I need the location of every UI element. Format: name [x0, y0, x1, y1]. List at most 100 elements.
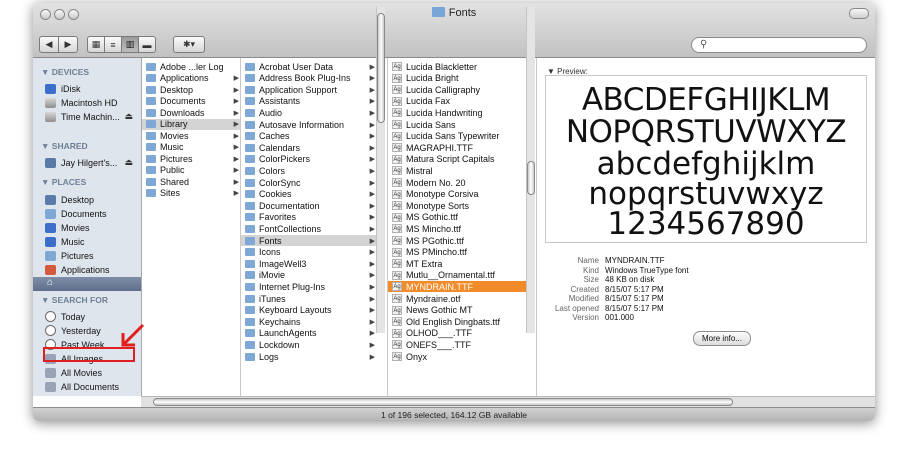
list-item[interactable]: Public ▶: [142, 165, 240, 176]
list-item-label: Keychains: [259, 316, 301, 327]
list-item[interactable]: Ag Lucida Sans: [388, 119, 529, 130]
list-item[interactable]: Movies ▶: [142, 130, 240, 141]
list-item-label: Sites: [160, 188, 181, 198]
sidebar-item-all-documents[interactable]: All Documents: [45, 380, 139, 393]
macintosh-hd-icon: [45, 97, 56, 108]
list-item[interactable]: Colors ▶: [241, 165, 379, 176]
list-item-label: Lockdown: [259, 339, 300, 350]
sidebar-item-label: Yesterday: [61, 325, 101, 336]
list-item[interactable]: ColorSync ▶: [241, 177, 379, 188]
search-field[interactable]: ⚲: [691, 37, 867, 53]
list-item[interactable]: Ag Mistral: [388, 165, 529, 176]
list-item[interactable]: Adobe ...ler Log: [142, 61, 240, 72]
list-item[interactable]: iTunes ▶: [241, 293, 379, 304]
font-file-icon: Ag: [392, 282, 402, 292]
eject-icon[interactable]: ⏏: [124, 111, 133, 122]
action-button[interactable]: ✱▾: [173, 36, 205, 53]
list-item[interactable]: Ag ONEFS___.TTF: [388, 339, 529, 350]
eject-icon[interactable]: ⏏: [124, 157, 133, 168]
fonts-scroll-thumb[interactable]: [527, 161, 535, 195]
list-item[interactable]: Ag Lucida Bright: [388, 73, 529, 84]
folder-icon: [245, 190, 255, 199]
list-item[interactable]: Ag Lucida Sans Typewriter: [388, 131, 529, 142]
list-item[interactable]: Audio ▶: [241, 107, 379, 118]
horizontal-scrollbar[interactable]: [141, 396, 875, 407]
list-item[interactable]: Ag Onyx: [388, 351, 529, 362]
list-item[interactable]: Ag Monotype Corsiva: [388, 189, 529, 200]
list-item[interactable]: ColorPickers ▶: [241, 154, 379, 165]
list-item[interactable]: Internet Plug-Ins ▶: [241, 281, 379, 292]
list-item[interactable]: Keychains ▶: [241, 316, 379, 327]
list-item[interactable]: Ag Matura Script Capitals: [388, 154, 529, 165]
list-item[interactable]: Application Support ▶: [241, 84, 379, 95]
list-item[interactable]: Ag MS Gothic.ttf: [388, 212, 529, 223]
toolbar-toggle-button[interactable]: [849, 8, 869, 19]
list-item[interactable]: Ag MS PGothic.ttf: [388, 235, 529, 246]
chevron-right-icon: ▶: [369, 353, 375, 361]
list-item[interactable]: Documents ▶: [142, 96, 240, 107]
sidebar-item-idisk[interactable]: iDisk: [45, 82, 139, 95]
list-item[interactable]: Desktop ▶: [142, 84, 240, 95]
sidebar-item-documents[interactable]: Documents: [45, 207, 139, 220]
folder-icon: [245, 306, 255, 315]
list-item[interactable]: Ag MAGRAPHI.TTF: [388, 142, 529, 153]
library-column-scrollbar[interactable]: [376, 7, 385, 333]
list-item[interactable]: Favorites ▶: [241, 212, 379, 223]
list-item[interactable]: Lockdown ▶: [241, 339, 379, 350]
list-item[interactable]: Ag Lucida Handwriting: [388, 107, 529, 118]
list-item[interactable]: ImageWell3 ▶: [241, 258, 379, 269]
list-item-label: Pictures: [160, 153, 193, 164]
sidebar-item-pictures[interactable]: Pictures: [45, 249, 139, 262]
list-item[interactable]: iMovie ▶: [241, 270, 379, 281]
sidebar-selected-home[interactable]: ⌂: [33, 277, 141, 291]
list-item[interactable]: Calendars ▶: [241, 142, 379, 153]
list-item[interactable]: Documentation ▶: [241, 200, 379, 211]
list-item[interactable]: Assistants ▶: [241, 96, 379, 107]
list-item[interactable]: Applications ▶: [142, 73, 240, 84]
list-item[interactable]: Acrobat User Data ▶: [241, 61, 379, 72]
more-info-button[interactable]: More info...: [693, 331, 751, 346]
column-view-button[interactable]: ▥: [121, 36, 139, 53]
list-item[interactable]: Ag Modern No. 20: [388, 177, 529, 188]
list-item[interactable]: Caches ▶: [241, 131, 379, 142]
list-item[interactable]: Ag OLHOD___.TTF: [388, 328, 529, 339]
list-view-button[interactable]: ≡: [104, 36, 122, 53]
sidebar-item-macintosh-hd[interactable]: Macintosh HD: [45, 96, 139, 109]
list-item[interactable]: Ag Monotype Sorts: [388, 200, 529, 211]
sidebar-item-movies[interactable]: Movies: [45, 221, 139, 234]
list-item-label: ColorPickers: [259, 154, 311, 165]
list-item[interactable]: Fonts ▶: [241, 235, 379, 246]
sidebar-item-all-movies[interactable]: All Movies: [45, 366, 139, 379]
sidebar-item-applications[interactable]: Applications: [45, 263, 139, 276]
list-item[interactable]: LaunchAgents ▶: [241, 328, 379, 339]
list-item[interactable]: Logs ▶: [241, 351, 379, 362]
coverflow-view-button[interactable]: ▬: [138, 36, 156, 53]
list-item[interactable]: Pictures ▶: [142, 153, 240, 164]
list-item[interactable]: Music ▶: [142, 142, 240, 153]
list-item[interactable]: Ag MS Mincho.ttf: [388, 223, 529, 234]
chevron-right-icon: ▶: [369, 330, 375, 338]
list-item[interactable]: Library ▶: [142, 118, 240, 130]
list-item[interactable]: Ag Lucida Fax: [388, 96, 529, 107]
list-item[interactable]: Address Book Plug-Ins ▶: [241, 73, 379, 84]
list-item[interactable]: Shared ▶: [142, 176, 240, 187]
forward-button[interactable]: ▶: [58, 36, 78, 53]
list-item[interactable]: Downloads ▶: [142, 107, 240, 118]
list-item[interactable]: Autosave Information ▶: [241, 119, 379, 130]
list-item[interactable]: Cookies ▶: [241, 189, 379, 200]
list-item[interactable]: Sites ▶: [142, 188, 240, 199]
list-item[interactable]: FontCollections ▶: [241, 223, 379, 234]
list-item[interactable]: Ag Lucida Calligraphy: [388, 84, 529, 95]
icon-view-button[interactable]: ▦: [87, 36, 105, 53]
sidebar-item-desktop[interactable]: Desktop: [45, 193, 139, 206]
list-item[interactable]: Keyboard Layouts ▶: [241, 305, 379, 316]
back-button[interactable]: ◀: [39, 36, 59, 53]
sidebar-item-time-machin[interactable]: Time Machin... ⏏: [45, 110, 139, 123]
list-item[interactable]: Ag Lucida Blackletter: [388, 61, 529, 72]
sidebar-item-music[interactable]: Music: [45, 235, 139, 248]
font-file-icon: Ag: [392, 328, 402, 338]
horizontal-scroll-thumb[interactable]: [153, 398, 733, 406]
list-item[interactable]: Icons ▶: [241, 247, 379, 258]
library-scroll-thumb[interactable]: [377, 13, 385, 123]
sidebar-item-jay-hilgert-s[interactable]: Jay Hilgert's... ⏏: [45, 156, 139, 169]
